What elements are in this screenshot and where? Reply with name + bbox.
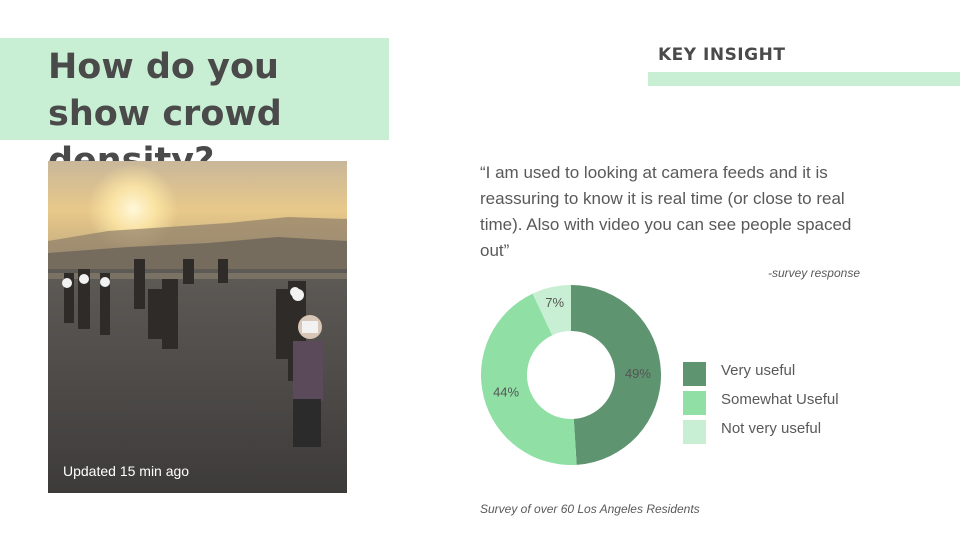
survey-footnote: Survey of over 60 Los Angeles Residents	[480, 502, 700, 516]
donut-label-very-useful: 49%	[625, 366, 651, 381]
crowd-photo-illustration	[48, 161, 347, 493]
legend-swatch	[683, 391, 706, 415]
legend-label: Not very useful	[721, 420, 822, 437]
crowd-photo	[48, 161, 347, 493]
legend-swatch	[683, 420, 706, 444]
donut-label-not-very-useful: 7%	[545, 295, 564, 310]
donut-label-somewhat-useful: 44%	[493, 385, 519, 400]
legend-label: Somewhat Useful	[721, 391, 839, 408]
quote-attribution: -survey response	[767, 266, 860, 280]
key-insight-heading: KEY INSIGHT	[658, 45, 786, 65]
survey-quote: “I am used to looking at camera feeds an…	[480, 163, 852, 260]
usefulness-donut-chart: 49% 44% 7%	[481, 285, 661, 465]
key-insight-accent-bar	[648, 72, 960, 86]
legend-swatch	[683, 362, 706, 386]
photo-caption: Updated 15 min ago	[63, 463, 190, 479]
legend-label: Very useful	[721, 362, 796, 379]
